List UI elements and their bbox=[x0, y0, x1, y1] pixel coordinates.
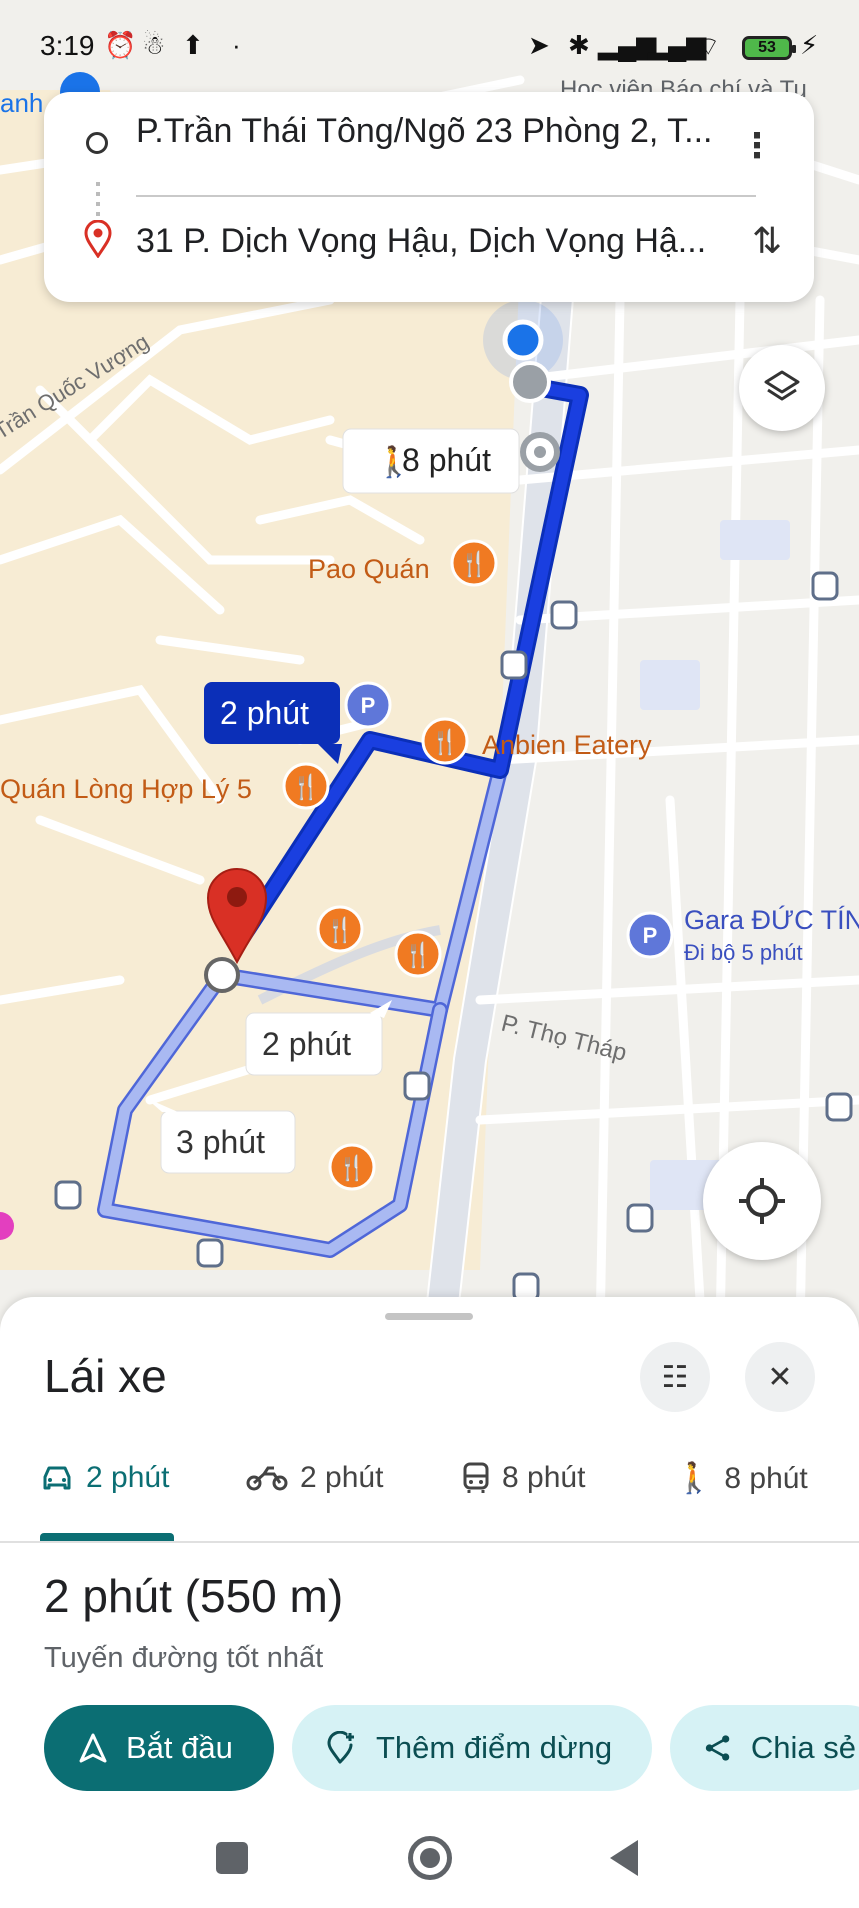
destination-pin-outline-icon bbox=[84, 220, 112, 258]
motorbike-icon bbox=[246, 1466, 288, 1491]
svg-text:🍴: 🍴 bbox=[403, 941, 433, 969]
transit-icon bbox=[463, 1462, 489, 1493]
svg-text:🍴: 🍴 bbox=[430, 728, 460, 756]
sheet-drag-handle[interactable] bbox=[385, 1313, 473, 1320]
map-label-pao-quan: Pao Quán bbox=[308, 554, 430, 584]
close-button[interactable]: ✕ bbox=[745, 1342, 815, 1412]
tab-walk-label: 8 phút bbox=[724, 1461, 808, 1495]
more-notifications-icon: · bbox=[232, 30, 241, 60]
svg-text:P: P bbox=[361, 693, 376, 718]
navigation-arrow-icon bbox=[79, 1733, 107, 1763]
destination-row[interactable]: 31 P. Dịch Vọng Hậu, Dịch Vọng Hậ... bbox=[44, 202, 814, 282]
walk-icon: 🚶 bbox=[675, 1461, 713, 1496]
tab-motorbike-label: 2 phút bbox=[300, 1461, 384, 1494]
search-divider bbox=[136, 195, 756, 197]
travel-mode-title: Lái xe bbox=[44, 1350, 167, 1402]
swap-directions-icon[interactable]: ⇅ bbox=[752, 220, 782, 262]
more-options-icon[interactable]: ⋮ bbox=[740, 126, 774, 166]
svg-text:🍴: 🍴 bbox=[325, 916, 355, 944]
map-label-anbien-eatery: Anbien Eatery bbox=[482, 730, 652, 760]
close-icon: ✕ bbox=[767, 1360, 793, 1394]
layers-icon bbox=[764, 370, 800, 401]
status-bar: 3:19 ⏰ ☃ ⬆ · ➤ ✱ ▂▄▆ ▂▄▆ ⌔ 53 ⚡ bbox=[0, 0, 859, 90]
map-label-gara-walk: Đi bộ 5 phút bbox=[684, 940, 803, 965]
directions-search-card: P.Trần Thái Tông/Ngõ 23 Phòng 2, T... ⋮ … bbox=[44, 92, 814, 302]
tab-transit-label: 8 phút bbox=[502, 1461, 586, 1494]
route-start-marker bbox=[204, 957, 240, 993]
back-button[interactable] bbox=[606, 1838, 642, 1878]
add-stop-button[interactable]: Thêm điểm dừng bbox=[292, 1705, 652, 1791]
wifi-icon: ⌔ bbox=[696, 31, 721, 61]
map-label-top-left: anh bbox=[0, 88, 43, 118]
crosshair-icon bbox=[739, 1178, 785, 1224]
location-arrow-icon: ➤ bbox=[528, 30, 550, 60]
current-location-dot bbox=[502, 319, 544, 361]
add-stop-label: Thêm điểm dừng bbox=[376, 1730, 613, 1765]
charging-icon: ⚡ bbox=[800, 30, 819, 60]
svg-text:P: P bbox=[643, 923, 658, 948]
add-location-icon bbox=[327, 1731, 354, 1764]
share-button[interactable]: Chia sẻ bbox=[670, 1705, 859, 1791]
svg-text:🍴: 🍴 bbox=[291, 773, 321, 801]
svg-text:🍴: 🍴 bbox=[459, 550, 489, 578]
destination-input[interactable]: 31 P. Dịch Vọng Hậu, Dịch Vọng Hậ... bbox=[136, 222, 706, 261]
tab-transit[interactable]: 8 phút bbox=[462, 1461, 585, 1495]
notification-icon: ☃ bbox=[142, 30, 166, 60]
start-navigation-button[interactable]: Bắt đầu bbox=[44, 1705, 274, 1791]
tab-motorbike[interactable]: 2 phút bbox=[246, 1461, 383, 1495]
tab-drive[interactable]: 2 phút bbox=[40, 1461, 169, 1495]
car-icon bbox=[43, 1466, 71, 1490]
svg-text:8 phút: 8 phút bbox=[402, 442, 491, 478]
sliders-icon: ☷ bbox=[661, 1360, 689, 1394]
map-label-gara: Gara ĐỨC TÍN bbox=[684, 904, 859, 935]
share-label: Chia sẻ bbox=[750, 1730, 856, 1765]
svg-text:3 phút: 3 phút bbox=[176, 1124, 265, 1160]
travel-mode-tabs: 2 phút 2 phút 8 phút 🚶 8 phút bbox=[0, 1447, 859, 1543]
battery-icon: 53 bbox=[742, 36, 796, 60]
start-label: Bắt đầu bbox=[126, 1730, 233, 1765]
recent-apps-button[interactable] bbox=[216, 1842, 248, 1874]
svg-text:2 phút: 2 phút bbox=[220, 695, 309, 731]
tab-drive-label: 2 phút bbox=[86, 1461, 170, 1494]
my-location-button[interactable] bbox=[703, 1142, 821, 1260]
system-navigation-bar bbox=[0, 1810, 859, 1908]
layers-button[interactable] bbox=[739, 345, 825, 431]
tab-walk[interactable]: 🚶 8 phút bbox=[675, 1461, 808, 1496]
status-time: 3:19 bbox=[40, 30, 95, 61]
home-button[interactable] bbox=[408, 1836, 452, 1880]
origin-circle-icon bbox=[86, 132, 108, 154]
route-options-button[interactable]: ☷ bbox=[640, 1342, 710, 1412]
bluetooth-icon: ✱ bbox=[568, 30, 590, 60]
active-tab-indicator bbox=[40, 1533, 174, 1541]
origin-row[interactable]: P.Trần Thái Tông/Ngõ 23 Phòng 2, T... ⋮ bbox=[44, 92, 814, 172]
walk-time-callout[interactable]: 🚶 8 phút bbox=[342, 428, 520, 494]
svg-text:2 phút: 2 phút bbox=[262, 1026, 351, 1062]
route-subtitle: Tuyến đường tốt nhất bbox=[44, 1642, 324, 1674]
origin-input[interactable]: P.Trần Thái Tông/Ngõ 23 Phòng 2, T... bbox=[136, 112, 713, 151]
alarm-icon: ⏰ bbox=[104, 30, 137, 60]
route-duration-distance: 2 phút (550 m) bbox=[44, 1570, 344, 1622]
map-label-quan-long: Quán Lòng Hợp Lý 5 bbox=[0, 774, 252, 804]
upload-icon: ⬆ bbox=[182, 30, 204, 60]
share-icon bbox=[705, 1735, 730, 1761]
svg-text:🍴: 🍴 bbox=[337, 1154, 367, 1182]
